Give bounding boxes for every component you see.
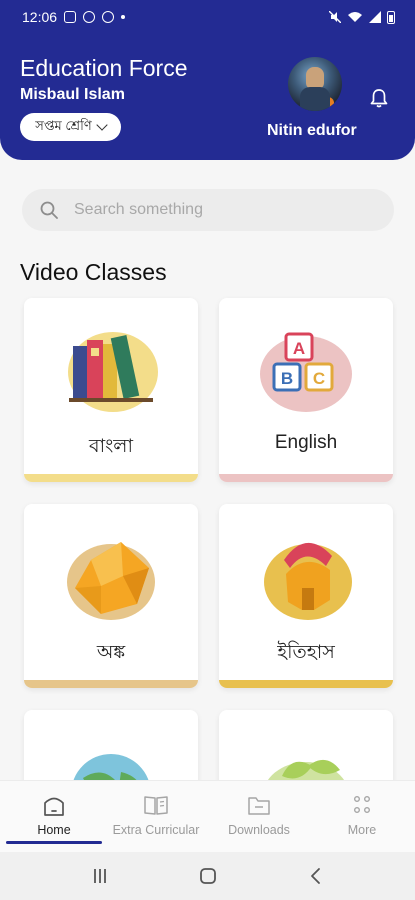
class-select[interactable]: সপ্তম শ্রেণি [20,113,121,141]
active-tab-indicator [6,841,102,844]
search-icon [40,201,58,219]
card-accent-stripe [24,680,198,688]
svg-text:C: C [313,369,325,388]
subject-card-history[interactable]: ইতিহাস [219,504,393,688]
mute-icon [329,11,341,23]
chevron-down-icon [96,119,108,131]
nav-downloads[interactable]: Downloads [207,793,311,837]
gallery-icon [64,11,77,23]
subject-label: অঙ্ক [96,642,126,663]
profile-name[interactable]: Nitin edufor [267,122,357,140]
subject-label: বাংলা [89,436,133,457]
nav-label: More [347,823,377,837]
subject-card-math[interactable]: অঙ্ক [24,504,198,688]
nav-home[interactable]: Home [2,793,106,837]
nav-label: Extra Curricular [112,823,200,837]
more-notifications-icon [121,15,126,19]
nav-more[interactable]: More [310,793,414,837]
book-open-icon [144,796,168,815]
cube-icon [67,542,155,620]
bell-icon[interactable] [370,88,388,108]
app-title: Education Force [20,55,188,81]
notification-icon [102,11,115,23]
home-button-icon[interactable] [198,866,218,886]
helmet-icon [264,542,352,620]
nav-label: Downloads [228,823,290,837]
search-bar[interactable] [22,189,394,231]
nav-extra-curricular[interactable]: Extra Curricular [104,793,208,837]
folder-icon [248,797,270,815]
subject-label: ইতিহাস [277,642,335,663]
home-icon [44,797,64,816]
system-navigation-bar [0,852,415,900]
wifi-icon [348,12,362,22]
status-bar: 12:06 [22,6,395,28]
svg-text:A: A [293,339,305,358]
signal-icon [369,11,381,23]
subject-card-english[interactable]: A B C English [219,298,393,482]
section-title: Video Classes [20,259,167,285]
status-time: 12:06 [22,9,58,25]
books-icon [68,332,158,412]
battery-icon [387,10,395,24]
avatar[interactable] [288,57,342,111]
class-select-value: সপ্তম শ্রেণি [35,117,92,133]
bottom-navigation: Home Extra Curricular Downloads More [0,780,415,852]
card-accent-stripe [24,474,198,482]
card-accent-stripe [219,680,393,688]
app-header: 12:06 Education Force Misbaul Islam সপ্ত… [0,0,415,160]
recent-apps-icon[interactable] [90,866,110,886]
card-accent-stripe [219,474,393,482]
user-name: Misbaul Islam [20,86,125,103]
subject-label: English [274,432,338,453]
subject-card-bangla[interactable]: বাংলা [24,298,198,482]
back-icon[interactable] [306,866,326,886]
grid-dots-icon [353,796,370,813]
messenger-icon [83,11,96,23]
search-input[interactable] [74,201,354,219]
abc-blocks-icon: A B C [260,332,352,412]
nav-label: Home [37,823,71,837]
svg-text:B: B [281,369,293,388]
